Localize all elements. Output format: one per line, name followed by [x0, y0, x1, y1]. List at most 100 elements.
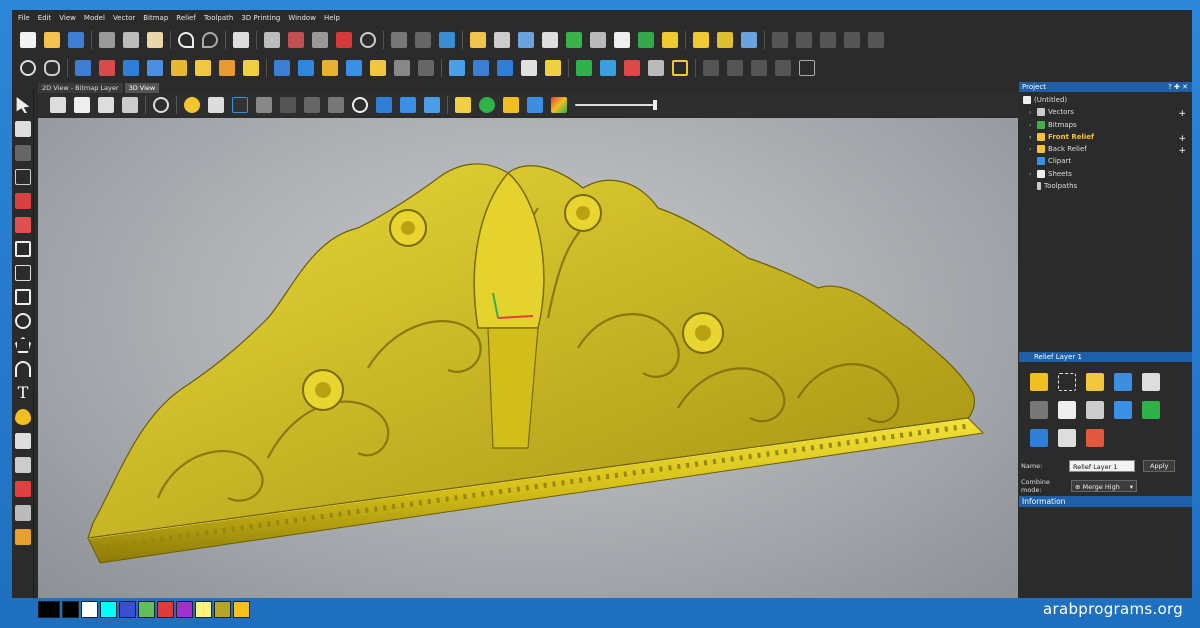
disabled-tool-icon[interactable]: [772, 32, 788, 48]
color-swatch-light-yellow[interactable]: [195, 601, 212, 618]
weld-icon[interactable]: [566, 32, 582, 48]
surface-stack-icon[interactable]: [400, 97, 416, 113]
star-node-icon[interactable]: [542, 32, 558, 48]
drop-icon[interactable]: [15, 409, 31, 425]
material-settings-icon[interactable]: [503, 97, 519, 113]
cut-icon[interactable]: [99, 32, 115, 48]
eraser-icon[interactable]: [391, 32, 407, 48]
star-relief-icon[interactable]: [243, 60, 259, 76]
disabled-tool-icon[interactable]: [751, 60, 767, 76]
axis-icon[interactable]: [232, 97, 248, 113]
import-icon[interactable]: [470, 32, 486, 48]
menu-toolpath[interactable]: Toolpath: [204, 14, 234, 22]
surface-blue-icon[interactable]: [376, 97, 392, 113]
select-arrow-icon[interactable]: [16, 97, 30, 113]
tree-item-sheets[interactable]: › Sheets: [1023, 168, 1192, 180]
surface-layer-icon[interactable]: [424, 97, 440, 113]
duplicate-layer-icon[interactable]: [1086, 401, 1104, 419]
green-material-icon[interactable]: [479, 97, 495, 113]
text-tool-icon[interactable]: T: [15, 385, 31, 401]
undo-icon[interactable]: [178, 32, 194, 48]
add-layer-icon[interactable]: [1030, 373, 1048, 391]
arrow-vector-icon[interactable]: [494, 32, 510, 48]
texture-icon[interactable]: [171, 60, 187, 76]
menu-help[interactable]: Help: [324, 14, 340, 22]
plane-icon[interactable]: [208, 97, 224, 113]
color-swatch-black[interactable]: [62, 601, 79, 618]
paint-brush-icon[interactable]: [15, 529, 31, 545]
layer-name-input[interactable]: Relief Layer 1: [1069, 460, 1135, 472]
lasso-icon[interactable]: [15, 241, 31, 257]
disabled-tool-icon[interactable]: [703, 60, 719, 76]
current-color-swatch[interactable]: [38, 601, 60, 618]
paste-icon[interactable]: [147, 32, 163, 48]
disabled-tool-icon[interactable]: [820, 32, 836, 48]
relief-texture-icon[interactable]: [545, 60, 561, 76]
side-view-icon[interactable]: [98, 97, 114, 113]
combine-mode-select[interactable]: ⊕ Merge High ▾: [1071, 480, 1137, 492]
bake-layer-icon[interactable]: [1142, 373, 1160, 391]
dotted-line-icon[interactable]: [717, 32, 733, 48]
cube-view-icon[interactable]: [256, 97, 272, 113]
arc-icon[interactable]: [15, 361, 31, 377]
transform-icon[interactable]: [439, 32, 455, 48]
add-icon[interactable]: +: [1156, 146, 1186, 158]
menu-view[interactable]: View: [59, 14, 76, 22]
transparency-slider-handle[interactable]: [653, 100, 657, 110]
split-view-icon[interactable]: [288, 32, 304, 48]
save-icon[interactable]: [68, 32, 84, 48]
color-swatch-red[interactable]: [157, 601, 174, 618]
relief-bridge-icon[interactable]: [648, 60, 664, 76]
offset-icon[interactable]: [590, 32, 606, 48]
light-bulb-icon[interactable]: [184, 97, 200, 113]
relief-slice-icon[interactable]: [449, 60, 465, 76]
menu-model[interactable]: Model: [84, 14, 105, 22]
shape-editor-icon[interactable]: [75, 60, 91, 76]
relief-import-icon[interactable]: [600, 60, 616, 76]
merge-layer-icon[interactable]: [1114, 401, 1132, 419]
relief-offset-icon[interactable]: [497, 60, 513, 76]
eraser-tool-icon[interactable]: [15, 505, 31, 521]
rectangle-icon[interactable]: [15, 289, 31, 305]
copy-icon[interactable]: [123, 32, 139, 48]
polygon-icon[interactable]: [15, 337, 31, 353]
shaded-icon[interactable]: [304, 97, 320, 113]
relief-arch-icon[interactable]: [672, 60, 688, 76]
color-swatch-purple[interactable]: [176, 601, 193, 618]
pen-icon[interactable]: [15, 457, 31, 473]
move-down-icon[interactable]: [1058, 401, 1076, 419]
color-swatch-cyan[interactable]: [100, 601, 117, 618]
frame-icon[interactable]: [799, 60, 815, 76]
disabled-tool-icon[interactable]: [796, 32, 812, 48]
layer-link-icon[interactable]: [1058, 429, 1076, 447]
polyline-tool-icon[interactable]: [15, 265, 31, 281]
iso-view-icon[interactable]: [50, 97, 66, 113]
gold-relief-icon[interactable]: [455, 97, 471, 113]
sculpt-icon[interactable]: [99, 60, 115, 76]
new-file-icon[interactable]: [20, 32, 36, 48]
menu-file[interactable]: File: [18, 14, 30, 22]
move-up-icon[interactable]: [1030, 401, 1048, 419]
color-swatch-green[interactable]: [138, 601, 155, 618]
redo-icon[interactable]: [202, 32, 218, 48]
zoom-fit-icon[interactable]: [153, 97, 169, 113]
menu-edit[interactable]: Edit: [38, 14, 52, 22]
wireframe-icon[interactable]: [328, 97, 344, 113]
import-layer-icon[interactable]: [1086, 373, 1104, 391]
menu-vector[interactable]: Vector: [113, 14, 135, 22]
add-icon[interactable]: +: [1156, 109, 1186, 121]
transform-move-icon[interactable]: [15, 145, 31, 161]
relief-scale-icon[interactable]: [394, 60, 410, 76]
layer-props-icon[interactable]: [1030, 429, 1048, 447]
fill-bucket-icon[interactable]: [15, 217, 31, 233]
grid-select-icon[interactable]: [15, 169, 31, 185]
rainbow-shading-icon[interactable]: [551, 97, 567, 113]
tab-3d-view[interactable]: 3D View: [124, 83, 160, 93]
select-layer-icon[interactable]: [1058, 373, 1076, 391]
menu-bitmap[interactable]: Bitmap: [143, 14, 168, 22]
apply-button[interactable]: Apply: [1143, 460, 1176, 472]
menu-relief[interactable]: Relief: [176, 14, 196, 22]
trim-icon[interactable]: [518, 32, 534, 48]
circle-icon[interactable]: [15, 313, 31, 329]
color-swatch-blue[interactable]: [119, 601, 136, 618]
